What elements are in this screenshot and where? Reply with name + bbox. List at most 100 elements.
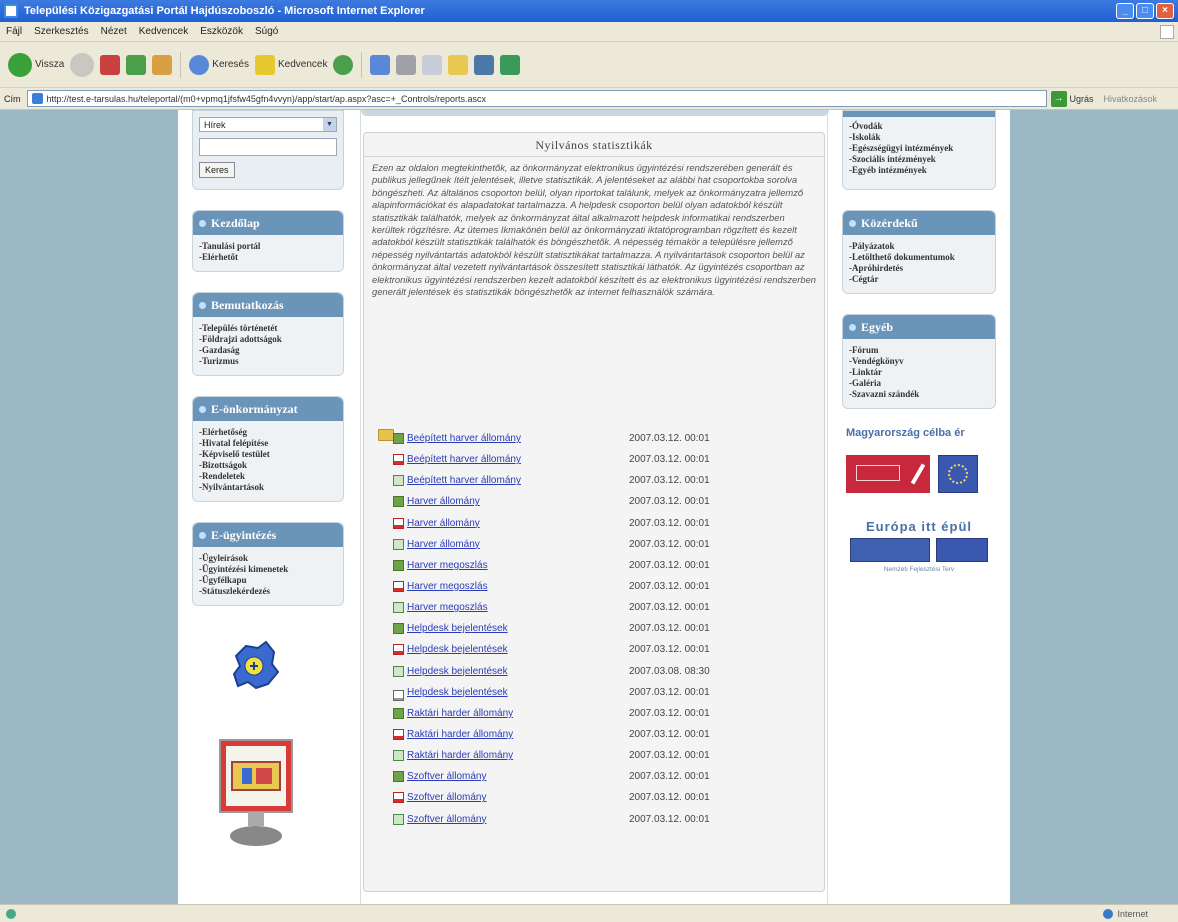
minimize-button[interactable]: _ bbox=[1116, 3, 1134, 19]
menu-link[interactable]: -Egészségügyi intézmények bbox=[849, 143, 989, 154]
folder-icon[interactable] bbox=[378, 429, 394, 441]
list-item: Helpdesk bejelentések 2007.03.08. 08:30 bbox=[393, 661, 823, 682]
eu-flag-icon[interactable] bbox=[936, 538, 988, 562]
print-icon[interactable] bbox=[396, 54, 417, 75]
menu-edit[interactable]: Szerkesztés bbox=[34, 26, 88, 37]
research-icon[interactable] bbox=[474, 54, 495, 75]
list-item: Harver állomány 2007.03.12. 00:01 bbox=[393, 534, 823, 555]
history-icon[interactable] bbox=[333, 54, 354, 75]
menu-link[interactable]: -Egyéb intézmények bbox=[849, 165, 989, 176]
back-button[interactable]: Vissza bbox=[8, 52, 64, 77]
menu-view[interactable]: Nézet bbox=[101, 26, 127, 37]
menu-link[interactable]: -Státuszlekérdezés bbox=[199, 586, 337, 597]
search-submit-button[interactable]: Keres bbox=[199, 162, 235, 178]
search-button[interactable]: Keresés bbox=[189, 54, 249, 75]
menu-tools[interactable]: Eszközök bbox=[200, 26, 243, 37]
forward-button[interactable] bbox=[70, 52, 95, 77]
menu-link[interactable]: -Szociális intézmények bbox=[849, 154, 989, 165]
report-link[interactable]: Helpdesk bejelentések bbox=[407, 687, 629, 698]
favorites-button[interactable]: Kedvencek bbox=[254, 54, 328, 75]
address-input[interactable]: http://test.e-tarsulas.hu/teleportal/(m0… bbox=[26, 90, 1047, 107]
close-button[interactable]: × bbox=[1156, 3, 1174, 19]
edit-icon[interactable] bbox=[422, 54, 443, 75]
menu-link[interactable]: -Rendeletek bbox=[199, 471, 337, 482]
hungary-logo-banner[interactable] bbox=[846, 455, 930, 493]
report-link[interactable]: Helpdesk bejelentések bbox=[407, 666, 629, 677]
report-link[interactable]: Harver állomány bbox=[407, 496, 629, 507]
report-link[interactable]: Szoftver állomány bbox=[407, 792, 629, 803]
maximize-button[interactable]: □ bbox=[1136, 3, 1154, 19]
menu-link[interactable]: -Vendégkönyv bbox=[849, 356, 989, 367]
search-category-select[interactable]: Hírek ▼ bbox=[199, 117, 337, 132]
csv-icon bbox=[393, 538, 404, 550]
menu-link[interactable]: -Linktár bbox=[849, 367, 989, 378]
report-link[interactable]: Harver megoszlás bbox=[407, 560, 629, 571]
menu-link[interactable]: -Bizottságok bbox=[199, 460, 337, 471]
menu-link[interactable]: -Apróhirdetés bbox=[849, 263, 989, 274]
report-link[interactable]: Harver megoszlás bbox=[407, 602, 629, 613]
menu-link[interactable]: -Gazdaság bbox=[199, 345, 337, 356]
menu-help[interactable]: Súgó bbox=[255, 26, 278, 37]
go-button[interactable]: → Ugrás bbox=[1050, 90, 1094, 107]
list-item: Szoftver állomány 2007.03.12. 00:01 bbox=[393, 809, 823, 830]
eu-banner[interactable] bbox=[850, 538, 930, 562]
menu-link[interactable]: -Ügyintézési kimenetek bbox=[199, 564, 337, 575]
go-label: Ugrás bbox=[1069, 93, 1094, 104]
report-link[interactable]: Szoftver állomány bbox=[407, 771, 629, 782]
menu-file[interactable]: Fájl bbox=[6, 26, 22, 37]
menu-link[interactable]: -Tanulási portál bbox=[199, 241, 337, 252]
menu-link[interactable]: -Fórum bbox=[849, 345, 989, 356]
menu-link[interactable]: -Képviselő testület bbox=[199, 449, 337, 460]
menu-link[interactable]: -Pályázatok bbox=[849, 241, 989, 252]
list-item: Helpdesk bejelentések 2007.03.12. 00:01 bbox=[393, 682, 823, 703]
report-date: 2007.03.12. 00:01 bbox=[629, 538, 710, 550]
excel-icon bbox=[393, 623, 404, 635]
report-link[interactable]: Beépített harver állomány bbox=[407, 475, 629, 486]
menu-link[interactable]: -Ügyfélkapu bbox=[199, 575, 337, 586]
menu-link[interactable]: -Elérhetőség bbox=[199, 427, 337, 438]
menu-link[interactable]: -Nyilvántartások bbox=[199, 482, 337, 493]
report-link[interactable]: Harver állomány bbox=[407, 518, 629, 529]
menu-link[interactable]: -Ügyleírások bbox=[199, 553, 337, 564]
favorites-label: Kedvencek bbox=[277, 59, 328, 70]
report-date: 2007.03.12. 00:01 bbox=[629, 792, 710, 804]
report-link[interactable]: Raktári harder állomány bbox=[407, 708, 629, 719]
page-status-icon bbox=[6, 908, 16, 919]
search-input[interactable] bbox=[199, 138, 337, 156]
menu-link[interactable]: -Turizmus bbox=[199, 356, 337, 367]
report-link[interactable]: Helpdesk bejelentések bbox=[407, 623, 629, 634]
refresh-icon[interactable] bbox=[126, 54, 147, 75]
report-link[interactable]: Beépített harver állomány bbox=[407, 433, 629, 444]
menu-link[interactable]: -Letölthető dokumentumok bbox=[849, 252, 989, 263]
menu-favorites[interactable]: Kedvencek bbox=[139, 26, 188, 37]
menu-link[interactable]: -Hivatal felépítése bbox=[199, 438, 337, 449]
list-item: Raktári harder állomány 2007.03.12. 00:01 bbox=[393, 724, 823, 745]
menu-link[interactable]: -Cégtár bbox=[849, 274, 989, 285]
menu-box-public: Közérdekű -Pályázatok -Letölthető dokume… bbox=[842, 210, 996, 294]
mail-icon[interactable] bbox=[370, 54, 391, 75]
report-link[interactable]: Harver állomány bbox=[407, 539, 629, 550]
links-button[interactable]: Hivatkozások bbox=[1104, 94, 1158, 104]
report-link[interactable]: Szoftver állomány bbox=[407, 814, 629, 825]
menu-link[interactable]: -Földrajzi adottságok bbox=[199, 334, 337, 345]
menu-link[interactable]: -Galéria bbox=[849, 378, 989, 389]
report-link[interactable]: Harver megoszlás bbox=[407, 581, 629, 592]
menu-link[interactable]: -Iskolák bbox=[849, 132, 989, 143]
menu-link[interactable]: -Elérhetőt bbox=[199, 252, 337, 263]
menu-link[interactable]: -Óvodák bbox=[849, 121, 989, 132]
report-link[interactable]: Beépített harver állomány bbox=[407, 454, 629, 465]
home-icon[interactable] bbox=[152, 54, 173, 75]
report-link[interactable]: Raktári harder állomány bbox=[407, 729, 629, 740]
search-category-value: Hírek bbox=[204, 119, 226, 130]
menu-link[interactable]: -Település történetét bbox=[199, 323, 337, 334]
menu-link[interactable]: -Szavazni szándék bbox=[849, 389, 989, 400]
report-date: 2007.03.12. 00:01 bbox=[629, 813, 710, 825]
stop-icon[interactable] bbox=[100, 54, 121, 75]
report-link[interactable]: Raktári harder állomány bbox=[407, 750, 629, 761]
report-link[interactable]: Helpdesk bejelentések bbox=[407, 644, 629, 655]
csv-icon bbox=[393, 813, 404, 825]
eu-flag-icon[interactable] bbox=[938, 455, 978, 493]
address-url: http://test.e-tarsulas.hu/teleportal/(m0… bbox=[46, 93, 486, 104]
folder-icon[interactable] bbox=[448, 54, 469, 75]
messenger-icon[interactable] bbox=[500, 54, 521, 75]
